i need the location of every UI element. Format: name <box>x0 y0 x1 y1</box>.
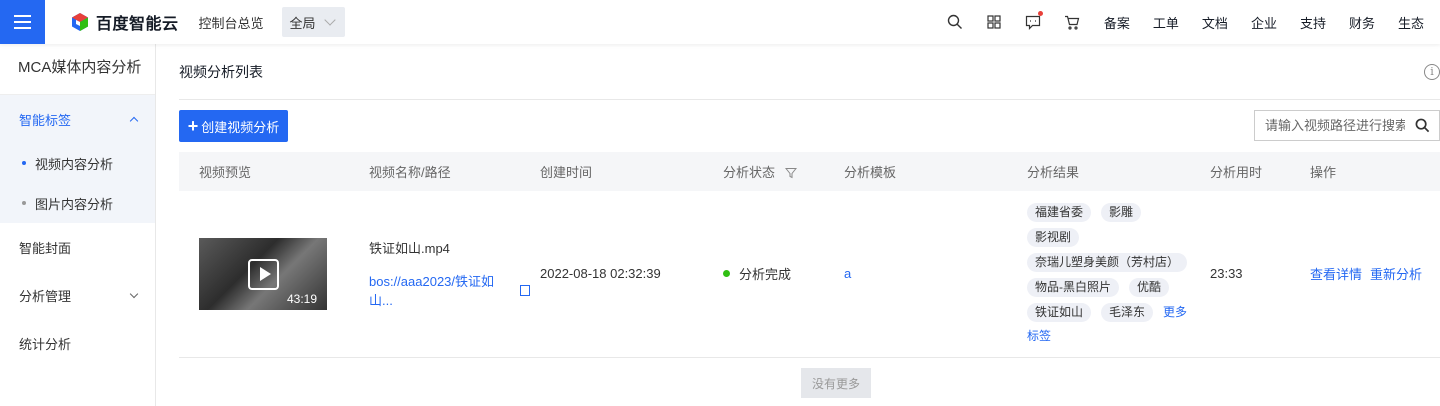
column-header: 视频预览 <box>179 152 349 191</box>
sidebar-item-image-analysis[interactable]: 图片内容分析 <box>0 183 155 223</box>
tag-chip: 物品-黑白照片 <box>1027 278 1119 298</box>
create-video-analysis-button[interactable]: + 创建视频分析 <box>179 110 288 142</box>
status-badge: 分析完成 <box>723 264 834 283</box>
console-overview-link[interactable]: 控制台总览 <box>199 13 264 32</box>
topbar-right: 备案 工单 文档 企业 支持 财务 生态 <box>936 0 1440 44</box>
column-header: 视频名称/路径 <box>349 152 530 191</box>
play-icon[interactable] <box>248 258 279 290</box>
column-header-label: 分析状态 <box>723 165 776 180</box>
template-link[interactable]: a <box>844 266 851 281</box>
tag-chip: 铁证如山 <box>1027 303 1092 323</box>
top-navigation-bar: 百度智能云 控制台总览 全局 备案 工单 文档 企业 支持 财务 生态 <box>0 0 1440 44</box>
result-tags: 福建省委 影雕 影视剧 奈瑞儿塑身美颜（芳村店） 物品-黑白照片 优酷 铁证如山… <box>1027 203 1202 323</box>
video-duration: 43:19 <box>286 291 317 306</box>
status-text: 分析完成 <box>739 267 792 283</box>
sidebar: MCA媒体内容分析 智能标签 视频内容分析 图片内容分析 智能封面 分析管理 统… <box>0 44 156 406</box>
column-header: 操作 <box>1300 152 1440 191</box>
file-path-link[interactable]: bos://aaa2023/铁证如山... <box>369 271 512 309</box>
sidebar-item-label: 图片内容分析 <box>35 196 114 212</box>
more-tags-link-continued[interactable]: 标签 <box>1027 327 1200 344</box>
sidebar-item-statistics[interactable]: 统计分析 <box>0 319 155 367</box>
view-details-link[interactable]: 查看详情 <box>1310 267 1362 282</box>
region-selector[interactable]: 全局 <box>281 7 345 37</box>
more-tags-link[interactable]: 更多 <box>1163 303 1187 322</box>
filter-icon[interactable] <box>784 167 797 179</box>
chevron-up-icon <box>129 116 139 125</box>
tag-chip: 奈瑞儿塑身美颜（芳村店） <box>1027 253 1188 273</box>
no-more-button[interactable]: 没有更多 <box>801 368 871 398</box>
sidebar-item-label: 视频内容分析 <box>35 156 114 172</box>
region-value: 全局 <box>289 15 316 31</box>
table-row: 43:19 铁证如山.mp4 bos://aaa2023/铁证如山... 202… <box>179 191 1440 358</box>
column-header: 创建时间 <box>530 152 713 191</box>
created-time: 2022-08-18 02:32:39 <box>530 191 713 358</box>
info-icon[interactable]: i <box>1424 64 1440 80</box>
search-box <box>1254 110 1440 141</box>
tag-chip: 影视剧 <box>1027 228 1080 248</box>
cloud-logo-icon <box>72 13 88 31</box>
page-title: 视频分析列表 <box>179 64 263 80</box>
sidebar-item-label: 统计分析 <box>19 336 72 352</box>
search-input[interactable] <box>1255 111 1405 140</box>
nav-link-support[interactable]: 支持 <box>1300 13 1326 32</box>
video-thumbnail[interactable]: 43:19 <box>199 237 327 310</box>
table-header-row: 视频预览 视频名称/路径 创建时间 分析状态 分析模板 分析结果 分析用时 操作 <box>179 152 1440 191</box>
nav-link-docs[interactable]: 文档 <box>1202 13 1228 32</box>
hamburger-menu-icon[interactable] <box>0 0 45 44</box>
divider <box>179 99 1440 100</box>
status-dot-icon <box>723 270 730 278</box>
search-icon[interactable] <box>1415 118 1430 133</box>
sidebar-item-label: 分析管理 <box>19 288 72 304</box>
column-header: 分析模板 <box>834 152 1017 191</box>
tag-chip: 影雕 <box>1101 203 1142 223</box>
video-analysis-table: 视频预览 视频名称/路径 创建时间 分析状态 分析模板 分析结果 分析用时 操作… <box>179 152 1440 358</box>
tag-chip: 福建省委 <box>1027 203 1092 223</box>
cart-icon[interactable] <box>1053 0 1092 44</box>
search-icon[interactable] <box>936 0 975 44</box>
column-header: 分析结果 <box>1017 152 1200 191</box>
plus-icon: + <box>187 116 199 136</box>
nav-link-icp[interactable]: 备案 <box>1104 13 1130 32</box>
nav-link-ecosystem[interactable]: 生态 <box>1398 13 1424 32</box>
chevron-down-icon <box>323 14 336 26</box>
nav-link-enterprise[interactable]: 企业 <box>1251 13 1277 32</box>
nav-link-tickets[interactable]: 工单 <box>1153 13 1179 32</box>
copy-icon[interactable] <box>520 284 530 296</box>
brand-logo[interactable]: 百度智能云 <box>70 10 179 34</box>
brand-name: 百度智能云 <box>96 16 179 33</box>
tag-chip: 优酷 <box>1129 278 1170 298</box>
sidebar-item-smart-cover[interactable]: 智能封面 <box>0 223 155 271</box>
sidebar-item-label: 智能封面 <box>19 240 72 256</box>
sidebar-item-analysis-management[interactable]: 分析管理 <box>0 271 155 319</box>
column-header-status[interactable]: 分析状态 <box>713 152 834 191</box>
bullet-icon <box>22 201 26 205</box>
column-header: 分析用时 <box>1200 152 1300 191</box>
elapsed-time: 23:33 <box>1200 191 1300 358</box>
main-content: 视频分析列表 i + 创建视频分析 视频预览 视频名称/路径 创建时间 分析状态… <box>157 44 1440 406</box>
message-icon[interactable] <box>1014 0 1053 44</box>
apps-grid-icon[interactable] <box>975 0 1014 44</box>
nav-link-finance[interactable]: 财务 <box>1349 13 1375 32</box>
file-name: 铁证如山.mp4 <box>369 241 450 257</box>
sidebar-item-label: 智能标签 <box>19 112 72 128</box>
row-actions: 查看详情 重新分析 <box>1300 191 1440 358</box>
notification-dot <box>1037 11 1043 16</box>
create-button-label: 创建视频分析 <box>201 119 280 135</box>
bullet-icon <box>22 161 26 165</box>
reanalyze-link[interactable]: 重新分析 <box>1370 267 1422 282</box>
sidebar-title: MCA媒体内容分析 <box>0 44 155 95</box>
sidebar-item-video-analysis[interactable]: 视频内容分析 <box>0 143 155 183</box>
chevron-down-icon <box>129 289 139 298</box>
tag-chip: 毛泽东 <box>1101 303 1154 323</box>
file-path-row: bos://aaa2023/铁证如山... <box>369 271 530 309</box>
sidebar-item-smart-tags[interactable]: 智能标签 <box>0 95 155 143</box>
